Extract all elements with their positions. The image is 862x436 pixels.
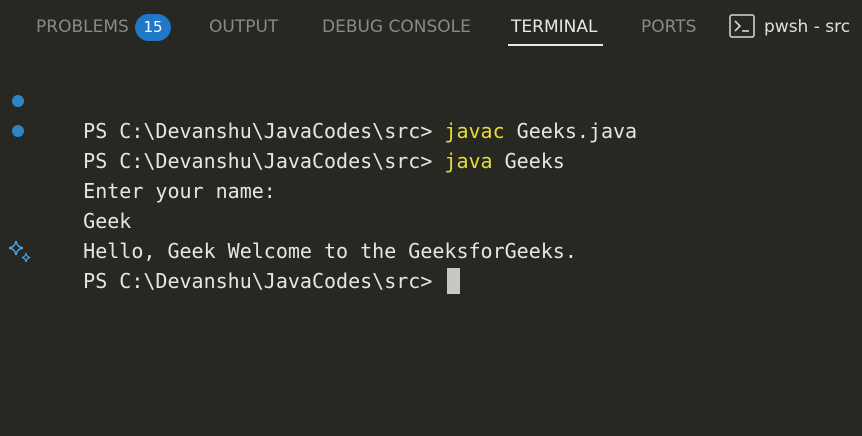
terminal-line: Hello, Geek Welcome to the GeeksforGeeks… (0, 206, 862, 263)
success-dot-icon[interactable] (12, 95, 24, 107)
terminal-line: PS C:\Devanshu\JavaCodes\src> java Geeks (0, 116, 862, 173)
panel-tab-bar: PROBLEMS 15 OUTPUT DEBUG CONSOLE TERMINA… (0, 0, 862, 56)
terminal-cursor (447, 268, 461, 294)
prompt: PS C:\Devanshu\JavaCodes\src> (83, 269, 445, 293)
terminal-instance-name[interactable]: pwsh - src (764, 17, 850, 37)
terminal-line: Geek (0, 176, 862, 233)
success-dot-icon[interactable] (12, 125, 24, 137)
tab-debug-console[interactable]: DEBUG CONSOLE (322, 17, 471, 37)
terminal-line: PS C:\Devanshu\JavaCodes\src> (0, 236, 862, 294)
terminal-line: PS C:\Devanshu\JavaCodes\src> javac Geek… (0, 86, 862, 143)
active-tab-indicator (508, 44, 603, 46)
terminal-icon[interactable] (729, 14, 755, 38)
tab-output[interactable]: OUTPUT (209, 17, 278, 37)
sparkle-icon[interactable] (7, 239, 33, 265)
tab-ports[interactable]: PORTS (641, 17, 696, 37)
tab-terminal[interactable]: TERMINAL (511, 17, 597, 37)
problems-count-badge: 15 (135, 14, 171, 41)
terminal-output[interactable]: PS C:\Devanshu\JavaCodes\src> javac Geek… (0, 86, 862, 294)
tab-problems[interactable]: PROBLEMS (36, 17, 129, 37)
terminal-line: Enter your name: (0, 146, 862, 203)
